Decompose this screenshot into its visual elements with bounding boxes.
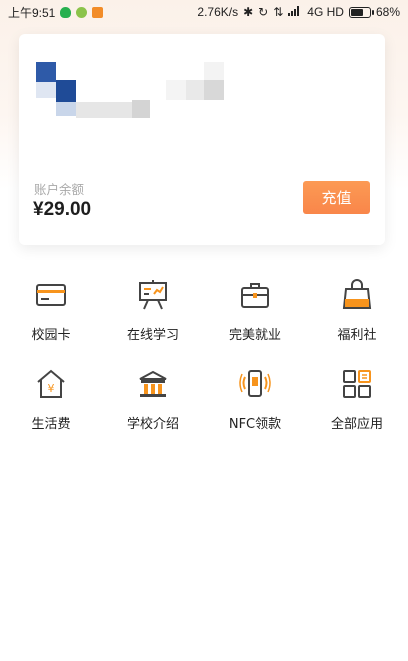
grid-item-employment[interactable]: 完美就业 xyxy=(204,270,306,350)
alarm-icon: ⇅ xyxy=(273,5,284,19)
logo-mosaic-tile xyxy=(132,100,150,118)
logo-mosaic-tile xyxy=(204,80,224,100)
logo-mosaic-tile xyxy=(186,80,204,100)
balance-label: 账户余额 xyxy=(34,183,85,197)
logo-mosaic-tile xyxy=(36,62,56,82)
signal-icon xyxy=(288,5,302,19)
app-notification-icon xyxy=(92,6,104,18)
grid-item-all-apps[interactable]: 全部应用 xyxy=(306,359,408,439)
wechat-notification-icon xyxy=(76,6,88,18)
grid-item-campus-card[interactable]: 校园卡 xyxy=(0,270,102,350)
logo-mosaic-tile xyxy=(76,102,132,118)
grid-item-label: 学校介绍 xyxy=(126,417,179,432)
svg-text:¥: ¥ xyxy=(48,382,55,395)
card-icon xyxy=(36,284,66,306)
grid-item-welfare[interactable]: 福利社 xyxy=(306,270,408,350)
vibrate-icon: ↻ xyxy=(258,5,269,19)
status-left: 上午9:51 xyxy=(8,4,104,21)
nfc-phone-icon xyxy=(239,370,271,397)
logo-mosaic-tile xyxy=(204,62,224,80)
battery-icon xyxy=(348,6,374,18)
battery-fill xyxy=(350,8,364,16)
presentation-board-icon xyxy=(139,280,167,310)
school-logo-blurred xyxy=(36,62,236,122)
school-building-icon xyxy=(139,370,167,397)
grid-item-school-intro[interactable]: 学校介绍 xyxy=(102,359,204,439)
logo-mosaic-tile xyxy=(36,82,56,98)
account-card: 账户余额 ¥29.00 充值 xyxy=(19,34,385,245)
house-yuan-icon: ¥ xyxy=(37,369,65,398)
logo-mosaic-tile xyxy=(166,80,186,100)
all-apps-icon xyxy=(343,370,371,398)
recharge-button[interactable]: 充值 xyxy=(303,181,370,214)
status-time: 上午9:51 xyxy=(8,5,56,20)
grid-item-online-learning[interactable]: 在线学习 xyxy=(102,270,204,350)
grid-item-label: 生活费 xyxy=(31,417,71,432)
grid-item-label: NFC领款 xyxy=(228,417,282,432)
grid-item-label: 在线学习 xyxy=(126,328,179,343)
grid-item-label: 完美就业 xyxy=(228,328,281,343)
logo-mosaic-tile xyxy=(56,102,76,116)
briefcase-icon xyxy=(241,283,269,308)
net-speed: 2.76K/s xyxy=(197,5,239,19)
battery-percent: 68% xyxy=(375,5,400,19)
grid-item-label: 福利社 xyxy=(337,328,377,343)
security-shield-icon xyxy=(60,6,72,18)
network-type: 4G HD xyxy=(307,5,344,19)
logo-mosaic-tile xyxy=(56,80,76,102)
balance-amount: ¥29.00 xyxy=(33,199,92,220)
bluetooth-icon: ✱ xyxy=(243,5,254,19)
status-bar: 上午9:51 2.76K/s ✱ ↻ ⇅ 4G HD 68% xyxy=(0,0,408,24)
shopping-bag-icon xyxy=(342,279,372,309)
grid-item-living-expenses[interactable]: ¥ 生活费 xyxy=(0,359,102,439)
grid-item-nfc-payout[interactable]: NFC领款 xyxy=(204,359,306,439)
grid-item-label: 校园卡 xyxy=(31,328,71,343)
status-right: 2.76K/s ✱ ↻ ⇅ 4G HD 68% xyxy=(197,5,400,19)
grid-item-label: 全部应用 xyxy=(330,417,383,432)
